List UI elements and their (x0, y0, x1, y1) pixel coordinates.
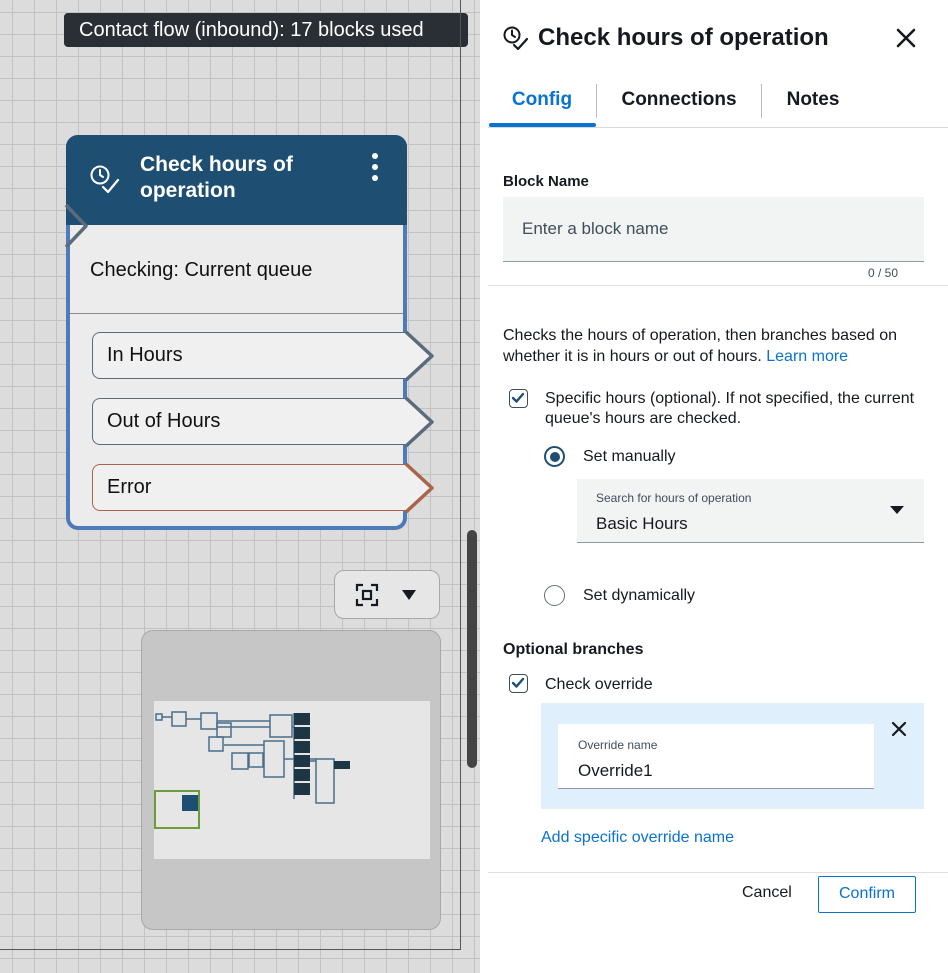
branch-label: Out of Hours (107, 410, 221, 432)
specific-hours-checkbox[interactable] (509, 389, 528, 408)
clock-check-icon (90, 165, 120, 194)
checkmark-icon (511, 392, 525, 403)
block-input-connector[interactable] (64, 203, 94, 249)
check-override-label: Check override (545, 676, 653, 693)
branch-error-connector[interactable] (404, 462, 438, 514)
block-config-panel: Check hours of operation Config Connecti… (480, 0, 948, 973)
override-name-group: Override name Override1 (541, 703, 924, 809)
block-description: Checks the hours of operation, then bran… (503, 325, 933, 367)
branch-in-hours-connector[interactable] (404, 330, 438, 382)
tab-separator (596, 84, 597, 118)
block-divider (70, 313, 403, 314)
tab-connections[interactable]: Connections (598, 80, 760, 128)
branch-in-hours[interactable]: In Hours (92, 332, 407, 379)
footer-divider (488, 872, 948, 873)
add-override-link[interactable]: Add specific override name (541, 829, 734, 847)
character-count: 0 / 50 (868, 266, 899, 280)
specific-hours-label: Specific hours (optional). If not specif… (545, 390, 915, 427)
tab-config[interactable]: Config (488, 80, 596, 128)
flow-canvas[interactable]: Contact flow (inbound): 17 blocks used C… (0, 0, 480, 973)
block-checking-text: Checking: Current queue (90, 259, 313, 281)
set-dynamically-label: Set dynamically (583, 587, 696, 604)
set-manually-radio[interactable] (544, 446, 565, 467)
section-divider (488, 285, 948, 286)
check-override-checkbox[interactable] (509, 674, 528, 693)
panel-tabs: Config Connections Notes (488, 80, 948, 128)
optional-branches-heading: Optional branches (503, 641, 644, 658)
select-label: Search for hours of operation (596, 491, 752, 505)
set-manually-label: Set manually (583, 448, 676, 465)
branch-out-of-hours-connector[interactable] (404, 396, 438, 448)
blocks-used-tooltip: Contact flow (inbound): 17 blocks used (64, 13, 468, 47)
remove-override-icon[interactable] (890, 720, 908, 738)
fit-view-control[interactable] (334, 570, 440, 619)
block-header: Check hours of operation (66, 135, 407, 225)
branch-out-of-hours[interactable]: Out of Hours (92, 398, 407, 445)
learn-more-link[interactable]: Learn more (766, 348, 848, 365)
branch-label: Error (107, 476, 152, 498)
canvas-border (460, 0, 461, 950)
tab-separator (761, 84, 762, 118)
cancel-button[interactable]: Cancel (742, 884, 792, 902)
active-tab-indicator (489, 123, 596, 127)
branch-label: In Hours (107, 344, 183, 366)
tab-notes[interactable]: Notes (763, 80, 863, 128)
close-icon[interactable] (894, 26, 918, 50)
more-options-icon[interactable] (366, 153, 384, 187)
block-name-label: Block Name (503, 173, 589, 190)
block-title: Check hours of operation (140, 153, 293, 202)
override-name-label: Override name (578, 738, 658, 752)
confirm-button[interactable]: Confirm (818, 876, 916, 913)
caret-down-icon[interactable] (890, 506, 904, 514)
fit-to-screen-icon[interactable] (355, 583, 379, 607)
override-name-value: Override1 (578, 761, 653, 780)
panel-title: Check hours of operation (538, 24, 829, 51)
minimap[interactable] (141, 630, 441, 930)
hours-of-operation-select[interactable]: Search for hours of operation Basic Hour… (577, 479, 924, 543)
caret-down-icon[interactable] (401, 589, 417, 601)
canvas-border-bottom (0, 949, 461, 950)
set-dynamically-radio[interactable] (544, 585, 565, 606)
minimap-viewport (154, 701, 430, 859)
canvas-scrollbar[interactable] (467, 530, 477, 768)
check-hours-block[interactable]: Check hours of operation Checking: Curre… (64, 135, 434, 530)
override-name-input[interactable]: Override name Override1 (558, 724, 874, 789)
select-value: Basic Hours (596, 514, 688, 533)
checkmark-icon (511, 677, 525, 688)
clock-check-icon (503, 26, 529, 51)
branch-error[interactable]: Error (92, 464, 407, 511)
block-name-input[interactable]: Enter a block name (503, 197, 924, 262)
minimap-flow-preview (154, 711, 350, 829)
